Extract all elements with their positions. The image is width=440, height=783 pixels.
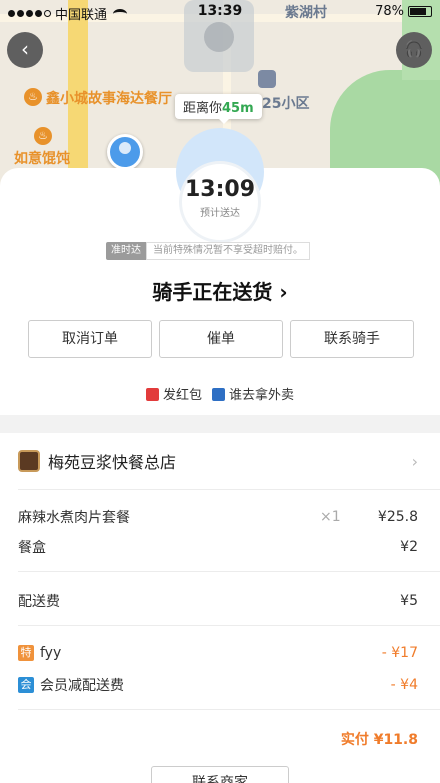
divider [18,571,440,572]
shop-logo [18,450,40,472]
eta-time: 13:09 [184,177,256,202]
item-name: 餐盒 [18,540,46,556]
delivery-fee-price: ¥5 [400,593,418,609]
item-price: ¥25.8 [377,509,418,525]
punctual-note: 当前特殊情况暂不享受超时赔付。 [146,242,310,260]
eta-badge: 13:09 预计送达 [179,161,261,243]
divider [18,489,440,490]
shop-name: 梅苑豆浆快餐总店 [48,453,177,472]
order-detail-card: 梅苑豆浆快餐总店 › 麻辣水煮肉片套餐 ×1 ¥25.8 餐盒 ¥2 配送费 ¥… [0,433,440,783]
discount-row: 特 fyy - ¥17 [18,645,418,661]
red-packet-icon [145,388,159,401]
battery-icon [408,6,432,17]
chevron-left-icon: ‹ [21,37,29,61]
punctual-notice: 准时达 当前特殊情况暂不享受超时赔付。 [106,242,310,260]
contact-rider-button[interactable]: 联系骑手 [290,320,414,358]
delivery-fee-label: 配送费 [18,594,60,610]
map-label-restaurant: 如意馄饨 [14,151,70,167]
eta-label: 预计送达 [200,208,240,219]
red-packet-label: 发红包 [162,388,202,403]
divider [18,625,440,626]
member-badge: 会 [18,677,34,693]
discount-label: 会员减配送费 [40,678,124,694]
distance-prefix: 距离你 [183,101,223,116]
discount-amount: - ¥17 [381,645,418,661]
battery-percent: 78% [375,4,404,19]
clock: 13:39 [197,3,243,19]
back-button[interactable]: ‹ [7,32,43,68]
order-item-row: 麻辣水煮肉片套餐 ×1 ¥25.8 [18,507,418,527]
special-offer-badge: 特 [18,645,34,661]
who-picks-label: 谁去拿外卖 [229,388,295,403]
item-name: 麻辣水煮肉片套餐 [18,510,130,526]
discount-label: fyy [40,645,62,661]
item-qty: ×1 [320,509,341,525]
distance-value: 45m [222,101,254,116]
headset-icon: 🎧 [404,39,424,58]
status-bar: 中国联通 13:39 78% [0,0,440,24]
who-picks-link[interactable]: 谁去拿外卖 [212,384,294,403]
item-price: ¥2 [400,539,418,555]
cancel-order-button[interactable]: 取消订单 [28,320,152,358]
chevron-right-icon: › [411,451,418,471]
dice-icon [212,388,225,401]
rider-status-text: 骑手正在送货 [152,280,273,304]
delivery-fee-row: 配送费 ¥5 [18,591,418,611]
order-item-row: 餐盒 ¥2 [18,537,418,557]
chevron-right-icon: › [279,280,288,304]
restaurant-icon: ♨ [34,127,52,145]
discount-amount: - ¥4 [390,677,418,693]
rider-status-link[interactable]: 骑手正在送货 › [0,276,440,305]
map-label-shop: 鑫小城故事海达餐厅 [46,91,172,107]
discount-row: 会 会员减配送费 - ¥4 [18,675,418,695]
restaurant-icon: ♨ [24,88,42,106]
rider-location-pin [107,134,143,170]
building-icon [258,70,276,88]
shop-row[interactable]: 梅苑豆浆快餐总店 › [18,447,418,475]
total-row: 实付 ¥11.8 [18,729,418,749]
total-paid: 实付 ¥11.8 [340,732,418,748]
map-label-community: 25小区 [262,96,310,112]
punctual-tag: 准时达 [106,242,146,260]
contact-shop-button[interactable]: 联系商家 [151,766,289,783]
distance-tooltip: 距离你45m [175,94,262,124]
divider [18,709,440,710]
urge-order-button[interactable]: 催单 [159,320,283,358]
delivery-status-card: 13:09 预计送达 准时达 当前特殊情况暂不享受超时赔付。 骑手正在送货 › … [0,128,440,415]
red-packet-link[interactable]: 发红包 [145,384,202,403]
customer-service-button[interactable]: 🎧 [396,32,432,68]
